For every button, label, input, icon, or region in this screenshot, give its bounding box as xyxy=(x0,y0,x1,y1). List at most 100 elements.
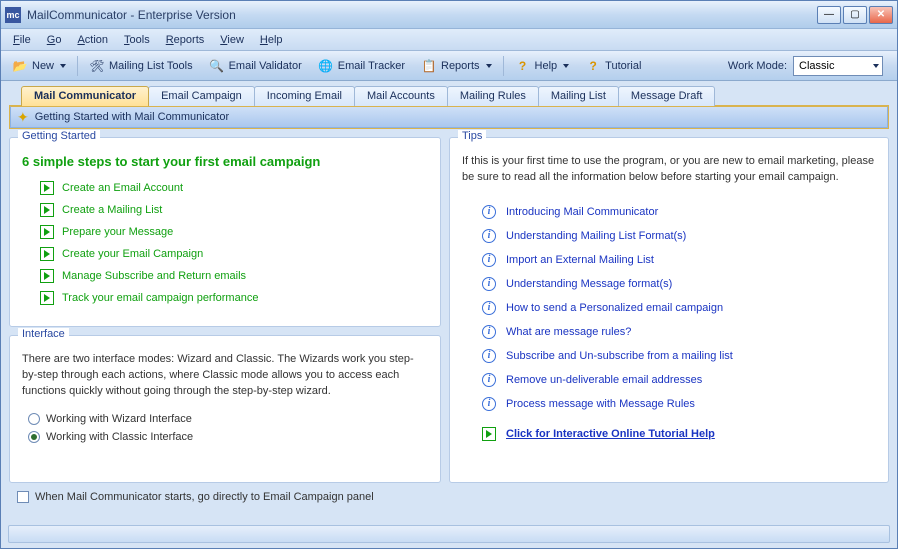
info-icon: i xyxy=(482,229,496,243)
info-icon: i xyxy=(482,277,496,291)
radio-icon xyxy=(28,431,40,443)
search-icon: 🔍 xyxy=(209,58,225,74)
mailing-list-tools-label: Mailing List Tools xyxy=(109,60,193,72)
tab-mail-communicator[interactable]: Mail Communicator xyxy=(21,86,149,106)
folder-icon: 📂 xyxy=(12,58,28,74)
startup-checkbox-label: When Mail Communicator starts, go direct… xyxy=(35,491,374,503)
tab-email-campaign[interactable]: Email Campaign xyxy=(148,86,255,106)
tip-message-formats[interactable]: iUnderstanding Message format(s) xyxy=(482,272,876,296)
step-create-mailing-list[interactable]: Create a Mailing List xyxy=(40,199,428,221)
globe-icon: 🌐 xyxy=(318,58,334,74)
info-icon: i xyxy=(482,205,496,219)
menu-reports[interactable]: Reports xyxy=(158,32,213,48)
arrow-right-icon xyxy=(482,427,496,441)
work-mode-label: Work Mode: xyxy=(728,60,787,72)
steps-list: Create an Email Account Create a Mailing… xyxy=(40,177,428,309)
arrow-right-icon xyxy=(40,291,54,305)
radio-wizard-interface[interactable]: Working with Wizard Interface xyxy=(22,410,428,428)
tip-remove-undeliverable[interactable]: iRemove un-deliverable email addresses xyxy=(482,368,876,392)
radio-classic-interface[interactable]: Working with Classic Interface xyxy=(22,428,428,446)
mailing-list-tools-button[interactable]: 🛠 Mailing List Tools xyxy=(82,54,200,78)
tab-message-draft[interactable]: Message Draft xyxy=(618,86,716,106)
menu-tools[interactable]: Tools xyxy=(116,32,158,48)
getting-started-legend: Getting Started xyxy=(18,130,100,142)
interface-text: There are two interface modes: Wizard an… xyxy=(22,352,428,400)
tutorial-label: Tutorial xyxy=(605,60,641,72)
tab-mail-accounts[interactable]: Mail Accounts xyxy=(354,86,448,106)
checkbox-icon xyxy=(17,491,29,503)
status-bar xyxy=(8,525,890,543)
email-validator-label: Email Validator xyxy=(229,60,302,72)
toolbar: 📂 New 🛠 Mailing List Tools 🔍 Email Valid… xyxy=(1,51,897,81)
chevron-down-icon xyxy=(873,64,879,68)
menu-go[interactable]: Go xyxy=(39,32,70,48)
info-icon: i xyxy=(482,325,496,339)
tip-subscribe-unsubscribe[interactable]: iSubscribe and Un-subscribe from a maili… xyxy=(482,344,876,368)
maximize-button[interactable]: ▢ xyxy=(843,6,867,24)
report-icon: 📋 xyxy=(421,58,437,74)
tip-mailing-list-formats[interactable]: iUnderstanding Mailing List Format(s) xyxy=(482,224,876,248)
reports-label: Reports xyxy=(441,60,480,72)
minimize-button[interactable]: — xyxy=(817,6,841,24)
tip-message-rules[interactable]: iWhat are message rules? xyxy=(482,320,876,344)
titlebar: mc MailCommunicator - Enterprise Version… xyxy=(1,1,897,29)
work-mode-value: Classic xyxy=(799,60,834,72)
chevron-down-icon xyxy=(563,64,569,68)
email-tracker-button[interactable]: 🌐 Email Tracker xyxy=(311,54,412,78)
new-button[interactable]: 📂 New xyxy=(5,54,73,78)
work-mode-select[interactable]: Classic xyxy=(793,56,883,76)
tab-mailing-list[interactable]: Mailing List xyxy=(538,86,619,106)
tab-mailing-rules[interactable]: Mailing Rules xyxy=(447,86,539,106)
radio-wizard-label: Working with Wizard Interface xyxy=(46,413,192,425)
star-icon: ✦ xyxy=(17,109,29,126)
step-prepare-message[interactable]: Prepare your Message xyxy=(40,221,428,243)
step-manage-subscribe[interactable]: Manage Subscribe and Return emails xyxy=(40,265,428,287)
menu-help[interactable]: Help xyxy=(252,32,291,48)
email-validator-button[interactable]: 🔍 Email Validator xyxy=(202,54,309,78)
window-title: MailCommunicator - Enterprise Version xyxy=(27,8,236,22)
info-icon: i xyxy=(482,373,496,387)
step-track-performance[interactable]: Track your email campaign performance xyxy=(40,287,428,309)
banner-text: Getting Started with Mail Communicator xyxy=(35,111,229,123)
chevron-down-icon xyxy=(60,64,66,68)
new-label: New xyxy=(32,60,54,72)
tabstrip: Mail Communicator Email Campaign Incomin… xyxy=(1,81,897,105)
info-icon: i xyxy=(482,301,496,315)
help-button[interactable]: ? Help xyxy=(508,54,577,78)
window-controls: — ▢ ✕ xyxy=(817,6,893,24)
tip-interactive-tutorial[interactable]: Click for Interactive Online Tutorial He… xyxy=(482,422,876,446)
info-icon: i xyxy=(482,253,496,267)
app-icon: mc xyxy=(5,7,21,23)
menubar: File Go Action Tools Reports View Help xyxy=(1,29,897,51)
tip-process-rules[interactable]: iProcess message with Message Rules xyxy=(482,392,876,416)
tutorial-icon: ? xyxy=(585,58,601,74)
chevron-down-icon xyxy=(486,64,492,68)
help-label: Help xyxy=(535,60,558,72)
reports-button[interactable]: 📋 Reports xyxy=(414,54,499,78)
startup-checkbox-row[interactable]: When Mail Communicator starts, go direct… xyxy=(1,491,897,503)
menu-view[interactable]: View xyxy=(212,32,252,48)
getting-started-panel: Getting Started 6 simple steps to start … xyxy=(9,137,441,327)
arrow-right-icon xyxy=(40,203,54,217)
menu-file[interactable]: File xyxy=(5,32,39,48)
close-button[interactable]: ✕ xyxy=(869,6,893,24)
getting-started-banner: ✦ Getting Started with Mail Communicator xyxy=(10,106,888,128)
tab-incoming-email[interactable]: Incoming Email xyxy=(254,86,355,106)
step-create-email-account[interactable]: Create an Email Account xyxy=(40,177,428,199)
help-icon: ? xyxy=(515,58,531,74)
interface-panel: Interface There are two interface modes:… xyxy=(9,335,441,483)
tip-personalized-campaign[interactable]: iHow to send a Personalized email campai… xyxy=(482,296,876,320)
content-area: Getting Started 6 simple steps to start … xyxy=(1,129,897,491)
steps-title: 6 simple steps to start your first email… xyxy=(22,154,428,169)
info-icon: i xyxy=(482,349,496,363)
info-icon: i xyxy=(482,397,496,411)
tips-panel: Tips If this is your first time to use t… xyxy=(449,137,889,483)
step-create-campaign[interactable]: Create your Email Campaign xyxy=(40,243,428,265)
arrow-right-icon xyxy=(40,225,54,239)
tip-introducing[interactable]: iIntroducing Mail Communicator xyxy=(482,200,876,224)
tutorial-button[interactable]: ? Tutorial xyxy=(578,54,648,78)
tips-intro-text: If this is your first time to use the pr… xyxy=(462,154,876,186)
tip-import-external[interactable]: iImport an External Mailing List xyxy=(482,248,876,272)
menu-action[interactable]: Action xyxy=(69,32,116,48)
arrow-right-icon xyxy=(40,181,54,195)
